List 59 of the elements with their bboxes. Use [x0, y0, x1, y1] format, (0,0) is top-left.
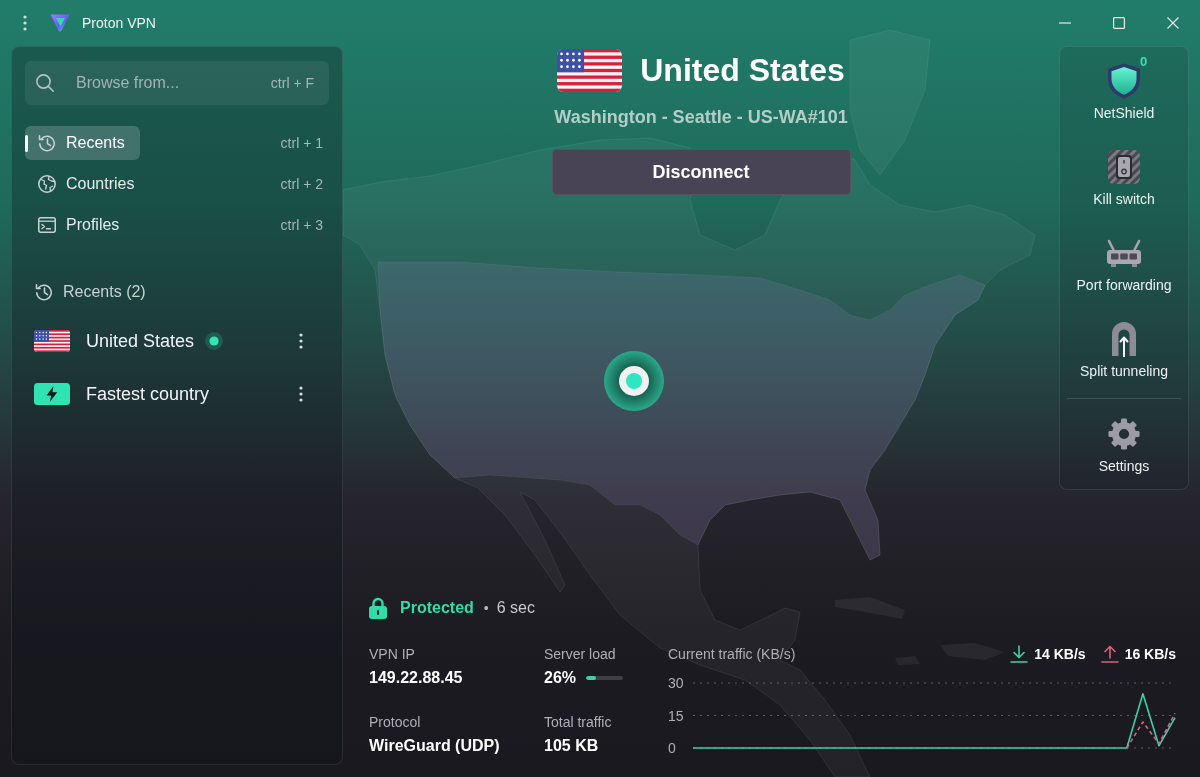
- section-heading: Recents (2): [63, 282, 146, 302]
- server-name: Washington - Seattle - US-WA#101: [554, 106, 848, 129]
- history-icon: [35, 283, 53, 301]
- axis-tick-label: 15: [668, 707, 684, 724]
- flag-icon: [557, 49, 623, 92]
- stat-value: 26%: [544, 668, 577, 688]
- shield-icon: [1107, 63, 1141, 99]
- download-rate: 14 KB/s: [1034, 644, 1086, 664]
- stat-value: 149.22.88.45: [369, 668, 464, 688]
- router-icon: [1106, 239, 1142, 267]
- axis-tick-label: 0: [668, 740, 676, 756]
- recent-item-label[interactable]: United States: [86, 327, 195, 355]
- stat-label: Server load: [544, 645, 617, 664]
- download-arrow-icon: [1010, 645, 1029, 663]
- disconnect-button[interactable]: Disconnect: [551, 149, 851, 195]
- stat-label: Protocol: [369, 713, 422, 732]
- split-tunneling-button[interactable]: Split tunneling: [1060, 312, 1188, 390]
- shortcut-hint: ctrl + 1: [280, 133, 323, 153]
- lightning-icon: [34, 383, 70, 405]
- globe-icon: [38, 175, 56, 193]
- logo-icon: [50, 14, 70, 32]
- upload-arrow-icon: [1100, 645, 1119, 663]
- blocked-count-text: 0: [1140, 54, 1148, 70]
- gear-icon: [1108, 418, 1140, 450]
- location-marker-icon: [604, 351, 664, 411]
- sidebar-tab[interactable]: Recents: [25, 126, 140, 160]
- terminal-icon: [38, 217, 56, 233]
- recent-item-label[interactable]: Fastest country: [86, 380, 210, 408]
- country-title: United States: [640, 51, 845, 90]
- tunnel-arrow-icon: [1110, 321, 1138, 357]
- settings-button[interactable]: Settings: [1060, 407, 1188, 485]
- search-icon: [36, 74, 54, 92]
- stat-label: Total traffic: [544, 713, 613, 732]
- sidebar-tab[interactable]: Countries: [25, 167, 150, 201]
- status-label: Protected: [400, 598, 474, 618]
- shortcut-hint: ctrl + F: [270, 73, 314, 93]
- stat-value: WireGuard (UDP): [369, 736, 501, 756]
- kill-switch-button[interactable]: Kill switch: [1060, 140, 1188, 218]
- port-forwarding-button[interactable]: Port forwarding: [1060, 226, 1188, 304]
- stat-value: 105 KB: [544, 736, 600, 756]
- separator: •: [483, 598, 489, 618]
- chart-title: Current traffic (KB/s): [668, 645, 796, 664]
- shortcut-hint: ctrl + 2: [280, 174, 323, 194]
- kebab-menu-icon[interactable]: [299, 386, 303, 402]
- shortcut-hint: ctrl + 3: [280, 215, 323, 235]
- app-title: Proton VPN: [82, 13, 156, 33]
- close-icon[interactable]: [1167, 17, 1179, 29]
- history-icon: [38, 134, 56, 152]
- netshield-button[interactable]: 0 NetShield: [1060, 54, 1188, 132]
- flag-icon: [34, 330, 70, 352]
- duration-label: 6 sec: [496, 598, 535, 618]
- axis-tick-label: 30: [668, 675, 684, 691]
- search-input[interactable]: Browse from...: [76, 72, 249, 94]
- rocker-switch-icon: [1108, 150, 1140, 184]
- upload-rate: 16 KB/s: [1124, 644, 1176, 664]
- kebab-menu-icon[interactable]: [299, 333, 303, 349]
- stat-label: VPN IP: [369, 645, 416, 664]
- sidebar-tab[interactable]: Profiles: [25, 208, 135, 242]
- maximize-icon[interactable]: [1113, 17, 1125, 29]
